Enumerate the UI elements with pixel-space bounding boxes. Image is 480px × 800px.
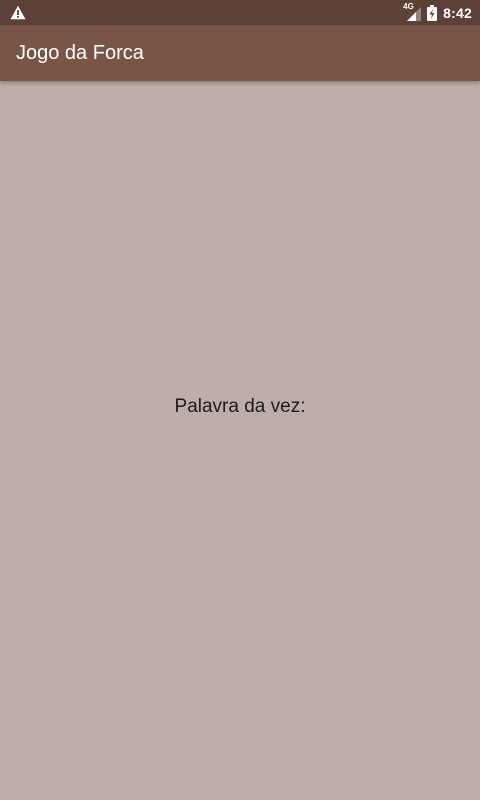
battery-charging-icon <box>427 4 438 21</box>
status-icons: 4G 8:42 <box>403 0 472 25</box>
app-bar: Jogo da Forca <box>0 25 480 81</box>
status-bar: 4G 8:42 <box>0 0 480 25</box>
network-indicator: 4G <box>403 2 422 22</box>
warning-icon <box>10 5 26 20</box>
signal-icon <box>407 6 422 21</box>
app-title: Jogo da Forca <box>16 42 144 64</box>
status-clock: 8:42 <box>443 4 472 21</box>
word-label: Palavra da vez: <box>174 396 306 417</box>
